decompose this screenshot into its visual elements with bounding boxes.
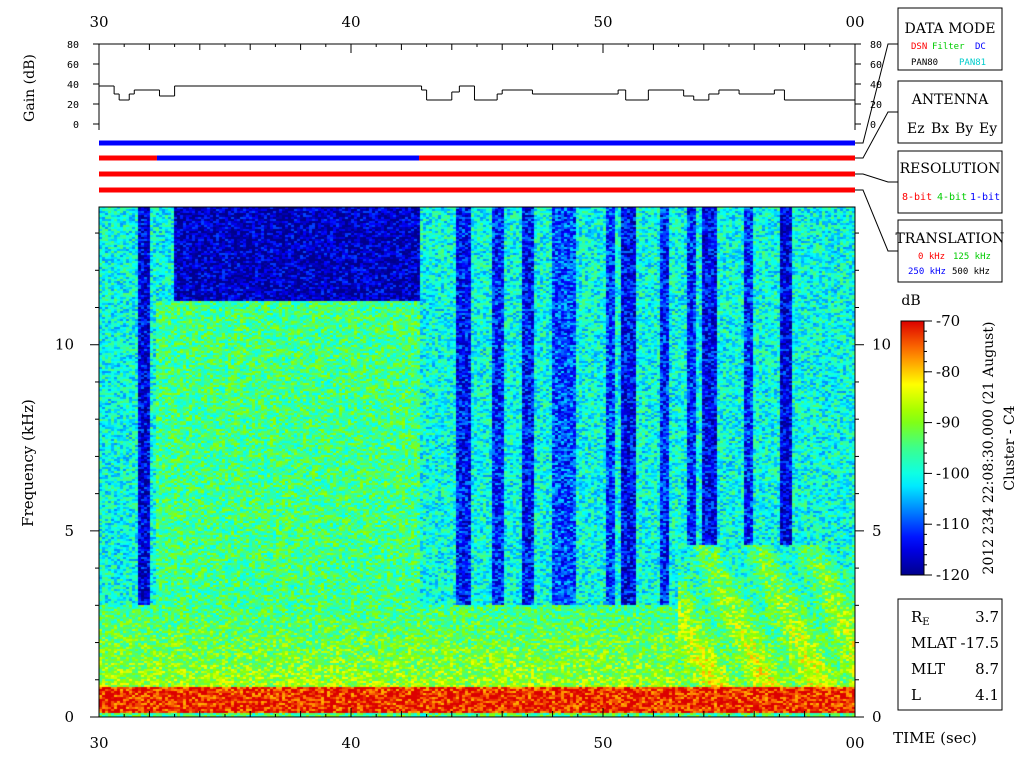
colorbar-unit: dB [901,293,920,309]
legend-resolution-title: RESOLUTION [900,161,1001,177]
orbit-info-value: 8.7 [975,660,999,678]
colorbar-tick-label: -120 [936,566,970,584]
gain-tick-label-left: 60 [67,60,79,71]
status-bar-data-mode [99,140,855,146]
status-bar-antenna [156,155,420,161]
legend-data-mode-item: DSN [911,42,927,52]
orbit-info-value: 4.1 [975,686,999,704]
legend-connector-data-mode [855,43,898,144]
gain-axis-label: Gain (dB) [22,54,38,122]
gain-tick-label-left: 0 [73,120,79,131]
status-bar-antenna [419,155,855,161]
legend-data-mode-item: PAN80 [911,58,938,68]
gain-tick-label-right: 40 [870,80,882,91]
colorbar-tick-label: -110 [936,515,970,533]
gain-tick-label-left: 20 [67,100,79,111]
plot-canvas: 3030404050500000 TIME (sec)80 8060 6040 4020… [19,7,1018,752]
gain-tick-label-left: 80 [67,40,79,51]
legend-translation-item: 500 kHz [952,267,990,277]
colorbar-side-label-date: 2012 234 22:08:30.000 (21 August) [981,322,997,575]
colorbar-tick-label: -90 [936,414,960,432]
time-tick-label-top: 50 [593,13,612,31]
legend-connector-antenna [855,111,898,159]
freq-tick-label-right: 5 [872,522,882,540]
status-bar-resolution [99,171,855,177]
colorbar-tick-label: -80 [936,363,960,381]
gain-tick-label-left: 40 [67,80,79,91]
legend-resolution-item: 4-bit [937,192,967,203]
colorbar-tick-label: -100 [936,464,970,482]
gain-tick-label-right: 80 [870,40,882,51]
legend-antenna-item: By [955,121,973,137]
colorbar [900,320,925,576]
legend-resolution-item: 1-bit [970,192,1000,203]
time-axis-label: TIME (sec) [893,729,977,747]
legend-antenna-item: Ey [979,121,997,137]
legend-connector-resolution [855,173,898,183]
orbit-info-value: -17.5 [961,634,999,652]
colorbar-side-label-spacecraft: Cluster - C4 [1002,405,1018,490]
time-tick-label-bottom: 40 [341,734,360,752]
time-tick-label-bottom: 50 [593,734,612,752]
orbit-info-key: L [911,686,921,704]
legend-data-mode-item: DC [975,42,986,52]
time-tick-label-top: 40 [341,13,360,31]
legend-connector-translation [855,189,898,252]
orbit-info-key: MLT [911,660,945,678]
orbit-info-value: 3.7 [975,608,999,626]
gain-tick-label-right: 0 [870,120,876,131]
status-bar-antenna [99,155,157,161]
orbit-info-key: MLAT [911,634,956,652]
time-tick-label-bottom: 00 [845,734,864,752]
freq-tick-label-right: 10 [872,336,891,354]
spectrogram-image [99,207,855,717]
freq-tick-label-left: 5 [64,522,74,540]
freq-tick-label-right: 0 [872,708,882,726]
gain-tick-label-right: 60 [870,60,882,71]
legend-antenna-item: Ez [907,121,925,137]
freq-tick-label-left: 0 [64,708,74,726]
legend-resolution-item: 8-bit [902,192,932,203]
legend-translation-item: 0 kHz [918,252,945,262]
time-tick-label-top: 00 [845,13,864,31]
legend-data-mode-item: PAN81 [959,58,986,68]
time-tick-label-bottom: 30 [89,734,108,752]
freq-tick-label-left: 10 [55,336,74,354]
legend-antenna-item: Bx [931,121,949,137]
colorbar-tick-label: -70 [936,312,960,330]
legend-translation-item: 125 kHz [953,252,991,262]
legend-translation-title: TRANSLATION [895,231,1004,247]
status-bar-translation [99,187,855,193]
legend-translation-item: 250 kHz [908,267,946,277]
legend-data-mode-item: Filter [932,42,965,52]
legend-data-mode-title: DATA MODE [905,21,996,37]
time-tick-label-top: 30 [89,13,108,31]
freq-axis-label: Frequency (kHz) [19,399,37,527]
legend-antenna-title: ANTENNA [911,92,989,108]
